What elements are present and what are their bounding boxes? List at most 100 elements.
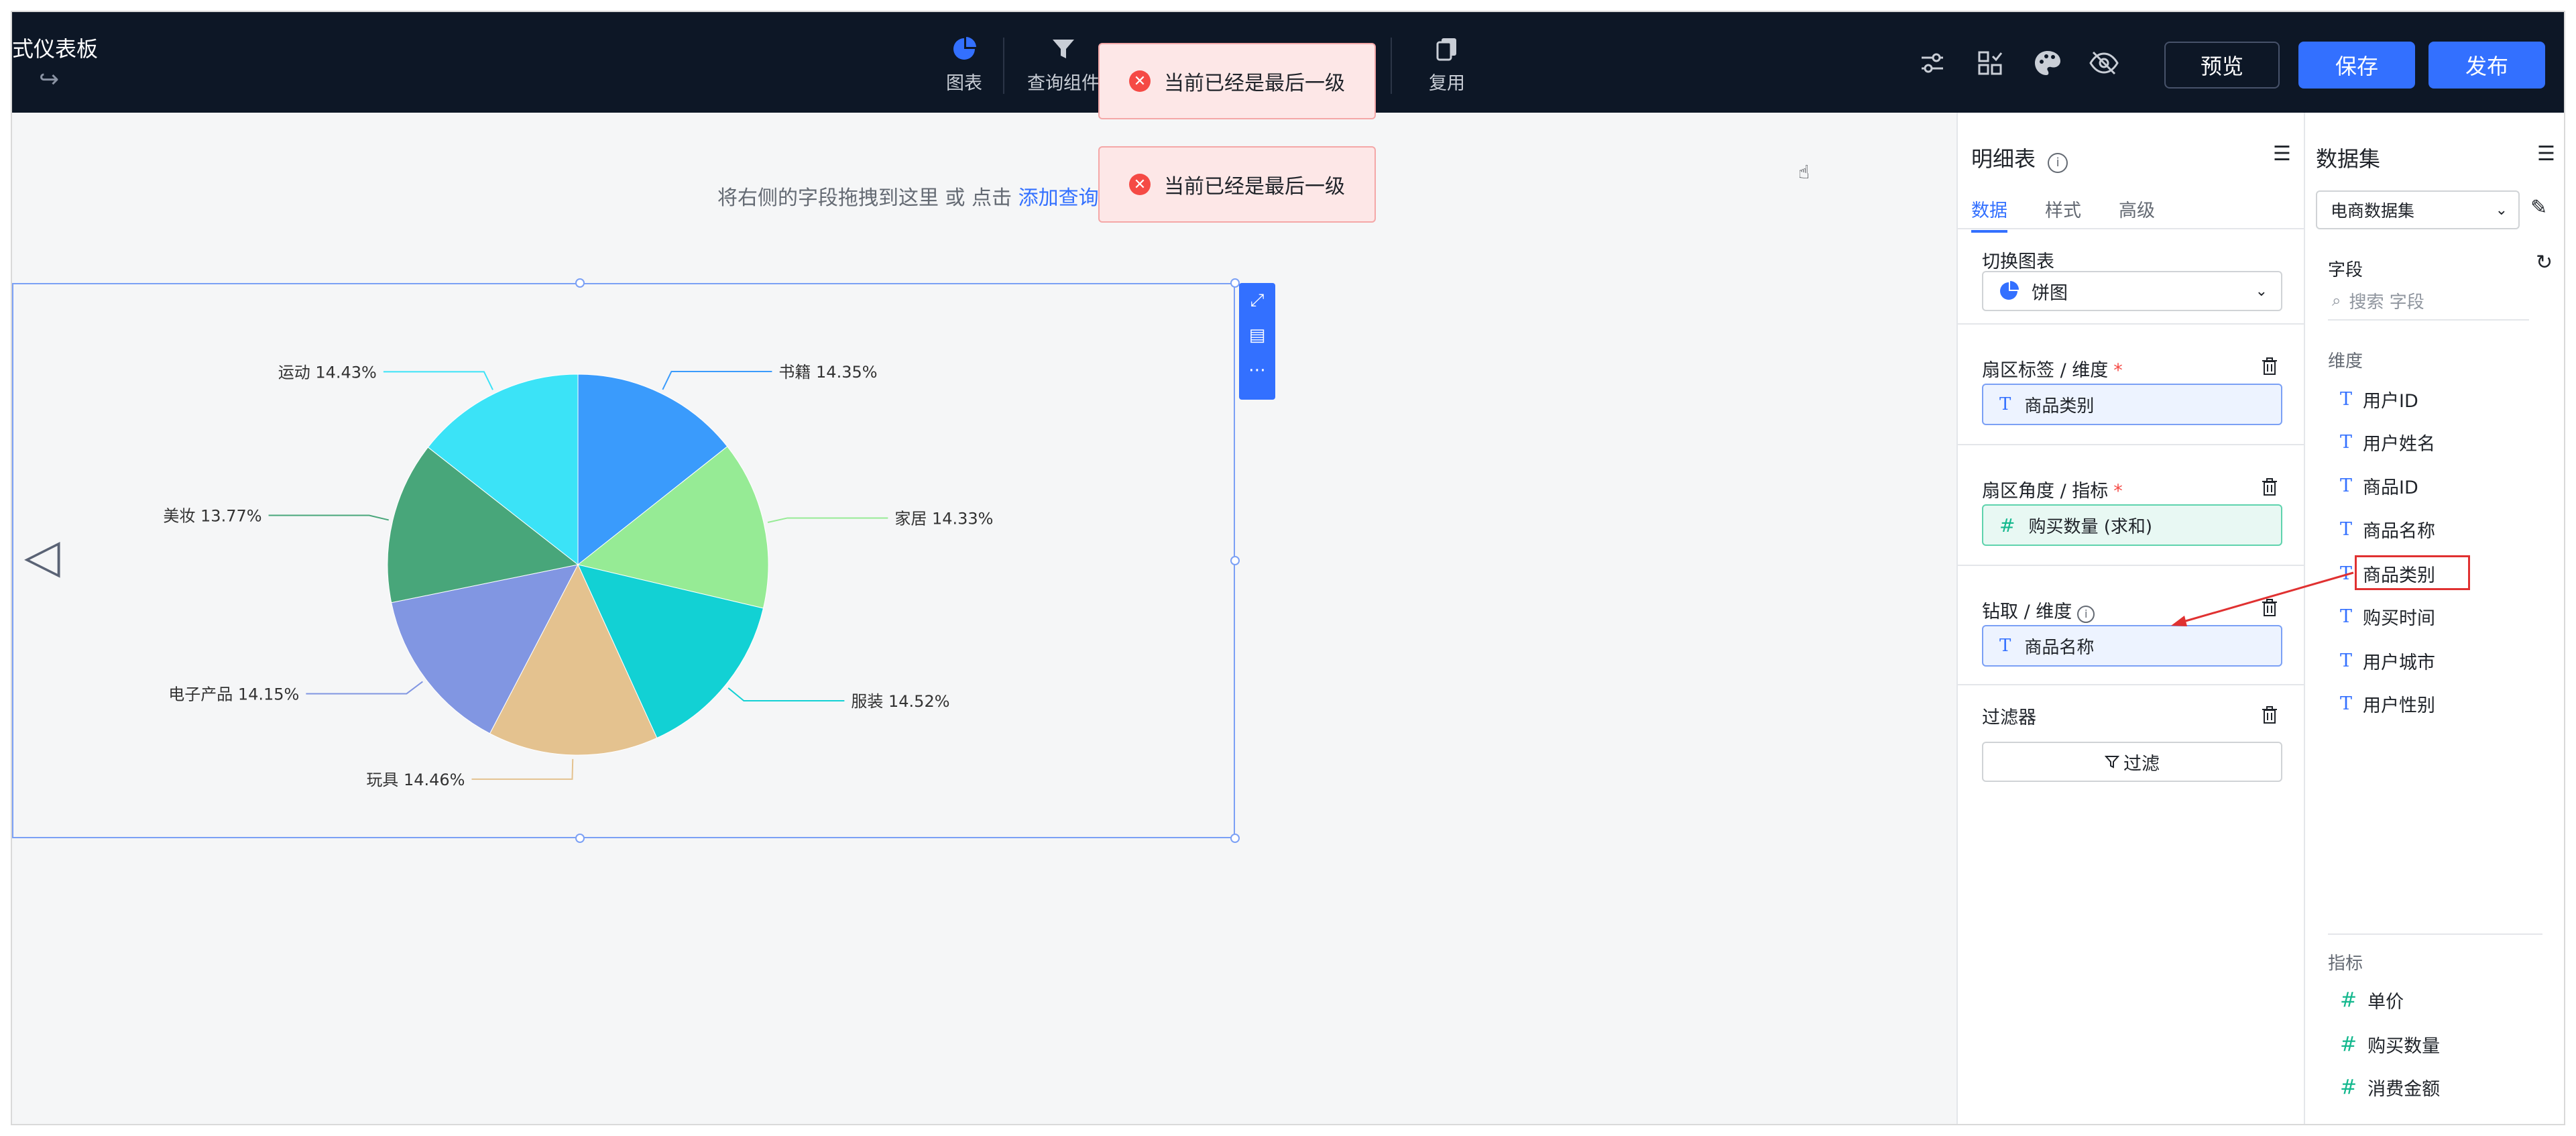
sector-angle-title-text: 扇区角度 / 指标	[1982, 481, 2109, 502]
app-window: 式仪表板 ↪ 图表 查询组件 复用 预览 保存 发布 ✕ 当前已经是最后一级 ✕…	[12, 12, 2564, 1124]
canvas-hint: 将右侧的字段拖拽到这里 或 点击 添加查询	[717, 181, 1099, 211]
number-type-icon: #	[2340, 1076, 2357, 1099]
dimension-field[interactable]: T 用户ID	[2340, 386, 2418, 412]
toast-message: 当前已经是最后一级	[1164, 72, 1345, 95]
tab-data[interactable]: 数据	[1971, 196, 2007, 233]
settings-sliders-icon[interactable]	[1916, 47, 1948, 79]
dimension-field-label: 商品名称	[2363, 521, 2436, 542]
save-button[interactable]: 保存	[2298, 42, 2415, 89]
text-type-icon: T	[1999, 394, 2011, 414]
query-tool-button[interactable]: 查询组件	[1023, 32, 1104, 95]
drill-title-text: 钻取 / 维度	[1982, 602, 2072, 622]
resize-handle[interactable]	[575, 834, 585, 843]
more-icon[interactable]: ⋯	[1239, 353, 1275, 388]
filter-icon	[1053, 40, 1074, 58]
toast-message: 当前已经是最后一级	[1164, 175, 1345, 198]
text-type-icon: T	[2340, 475, 2353, 496]
panel-title: 明细表 i	[1971, 142, 2068, 173]
dimension-field-label: 用户性别	[2363, 695, 2436, 716]
divider	[1958, 684, 2304, 685]
text-type-icon: T	[2340, 519, 2353, 540]
dimension-group-label: 维度	[2328, 351, 2363, 372]
number-type-icon: #	[2340, 1033, 2357, 1056]
text-type-icon: T	[1999, 636, 2011, 656]
switch-chart-label: 切换图表	[1982, 251, 2054, 272]
resize-handle[interactable]	[1230, 278, 1240, 288]
copy-icon	[1436, 38, 1456, 61]
dimension-field[interactable]: T 用户性别	[2340, 691, 2435, 717]
add-query-link[interactable]: 添加查询	[1018, 186, 1099, 210]
chart-type-select[interactable]: 饼图 ⌄	[1982, 271, 2282, 311]
publish-button[interactable]: 发布	[2428, 42, 2545, 89]
dimension-field[interactable]: T 商品名称	[2340, 516, 2435, 543]
trash-icon[interactable]	[2261, 477, 2278, 496]
theme-palette-icon[interactable]	[2032, 47, 2064, 79]
resize-handle[interactable]	[1230, 834, 1240, 843]
canvas-hint-text: 将右侧的字段拖拽到这里 或 点击	[717, 186, 1012, 210]
dimension-field-label: 商品ID	[2363, 477, 2418, 498]
text-type-icon: T	[2340, 650, 2353, 671]
panel-title-text: 明细表	[1971, 146, 2036, 172]
preview-button[interactable]: 预览	[2164, 42, 2280, 89]
error-icon: ✕	[1129, 70, 1151, 92]
dimension-field[interactable]: T 用户姓名	[2340, 429, 2435, 455]
dataset-select[interactable]: 电商数据集 ⌄	[2316, 190, 2520, 229]
sector-label-field[interactable]: T 商品类别	[1982, 384, 2282, 425]
divider	[1958, 444, 2304, 445]
annotation-arrow	[2171, 571, 2354, 626]
info-icon[interactable]: i	[2048, 153, 2068, 173]
dataset-select-value: 电商数据集	[2331, 201, 2415, 221]
chevron-down-icon: ⌄	[2495, 201, 2508, 219]
redo-icon[interactable]: ↪	[39, 66, 59, 93]
eye-off-icon[interactable]	[2088, 47, 2120, 79]
chart-type-value: 饼图	[2032, 282, 2068, 304]
filter-button[interactable]: 过滤	[1982, 742, 2282, 782]
details-icon[interactable]: ▤	[1239, 318, 1275, 353]
dimension-field-label: 购买时间	[2363, 608, 2436, 629]
sector-angle-field-text: 购买数量 (求和)	[2028, 516, 2153, 537]
trash-icon[interactable]	[2261, 357, 2278, 376]
measure-group-label: 指标	[2328, 954, 2363, 974]
hand-cursor-icon: ☝	[1798, 161, 1810, 183]
fields-label: 字段	[2328, 260, 2363, 280]
edit-icon[interactable]: ✎	[2530, 196, 2547, 219]
text-type-icon: T	[2340, 389, 2353, 410]
layout-grid-icon[interactable]	[1974, 47, 2006, 79]
chart-tool-label: 图表	[946, 73, 982, 94]
field-highlight-box	[2355, 555, 2470, 590]
measure-field[interactable]: # 消费金额	[2340, 1074, 2440, 1100]
resize-handle[interactable]	[1230, 556, 1240, 565]
tab-advanced[interactable]: 高级	[2119, 196, 2155, 222]
dimension-field[interactable]: T 商品ID	[2340, 473, 2418, 499]
sector-angle-field[interactable]: # 购买数量 (求和)	[1982, 504, 2282, 546]
dataset-panel-title: 数据集	[2316, 146, 2381, 172]
measure-field[interactable]: # 单价	[2340, 987, 2404, 1013]
measure-field[interactable]: # 购买数量	[2340, 1031, 2440, 1058]
chart-selection-box[interactable]	[12, 283, 1235, 838]
trash-icon[interactable]	[2261, 705, 2278, 724]
filter-icon	[2105, 756, 2119, 769]
refresh-icon[interactable]: ↻	[2536, 251, 2553, 274]
dimension-field[interactable]: T 用户城市	[2340, 648, 2435, 674]
sector-angle-title: 扇区角度 / 指标 *	[1982, 481, 2123, 502]
tab-style[interactable]: 样式	[2045, 196, 2081, 222]
resize-handle[interactable]	[575, 278, 585, 288]
collapse-menu-icon[interactable]: ☰	[2537, 142, 2555, 166]
chevron-down-icon: ⌄	[2255, 282, 2268, 300]
info-icon[interactable]: i	[2077, 606, 2095, 623]
error-toast: ✕ 当前已经是最后一级	[1098, 43, 1376, 119]
toolbar-divider	[1391, 38, 1392, 94]
reuse-tool-button[interactable]: 复用	[1407, 32, 1487, 95]
divider	[1958, 323, 2304, 325]
collapse-menu-icon[interactable]: ☰	[2273, 142, 2291, 166]
sector-label-title-text: 扇区标签 / 维度	[1982, 360, 2109, 381]
expand-icon[interactable]: ⤢	[1239, 283, 1275, 318]
measure-field-label: 消费金额	[2367, 1079, 2441, 1100]
prev-arrow-icon[interactable]: ◁	[24, 528, 60, 583]
drill-title: 钻取 / 维度 i	[1982, 597, 2095, 623]
field-search[interactable]: ⌕ 搜索 字段	[2328, 282, 2529, 321]
chart-tool-button[interactable]: 图表	[924, 32, 1004, 95]
dimension-field-label: 用户城市	[2363, 652, 2436, 673]
filter-button-label: 过滤	[2123, 753, 2160, 775]
text-type-icon: T	[2340, 432, 2353, 453]
